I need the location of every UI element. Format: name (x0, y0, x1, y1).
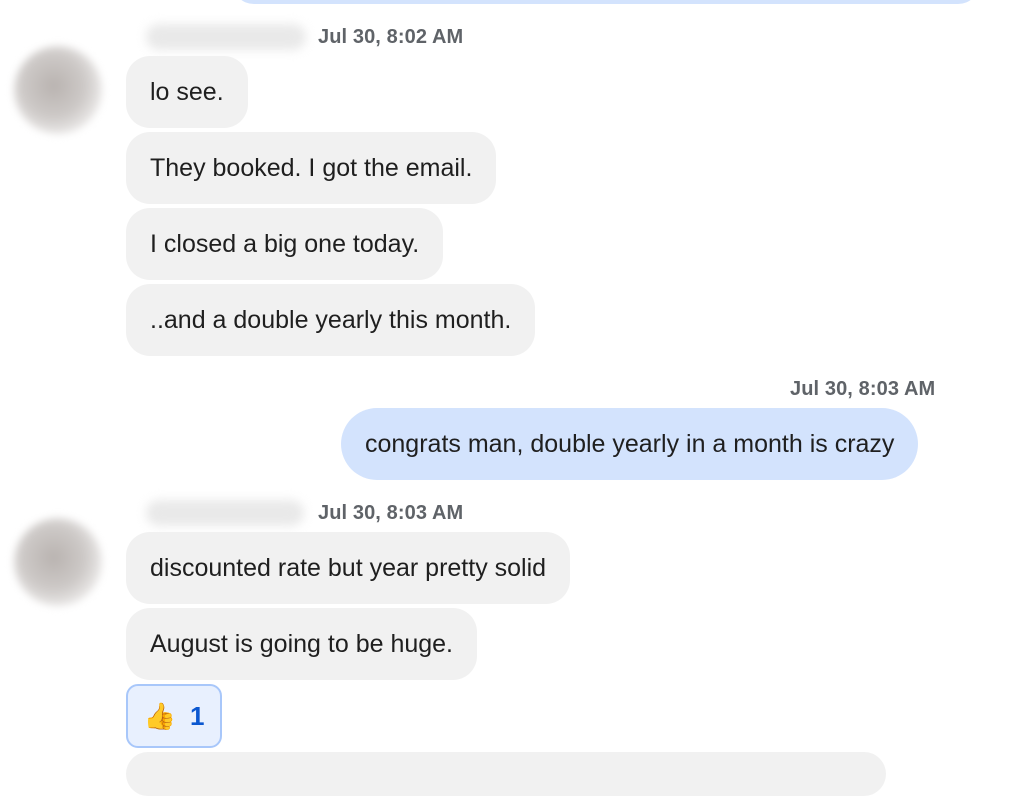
next-message-bubble[interactable] (126, 752, 886, 796)
previous-message-bubble[interactable] (232, 0, 980, 4)
thumbs-up-icon: 👍 (143, 701, 176, 731)
message-timestamp: Jul 30, 8:03 AM (790, 378, 936, 400)
message-timestamp: Jul 30, 8:02 AM (318, 26, 464, 48)
reaction-count: 1 (189, 700, 205, 731)
sender-avatar[interactable] (14, 46, 102, 134)
incoming-message[interactable]: discounted rate but year pretty solid (126, 532, 571, 604)
incoming-message[interactable]: August is going to be huge. (126, 608, 478, 680)
incoming-message[interactable]: ..and a double yearly this month. (126, 284, 536, 356)
reaction-chip[interactable]: 👍 1 (126, 684, 222, 748)
incoming-message[interactable]: I closed a big one today. (126, 208, 444, 280)
sender-avatar[interactable] (14, 518, 102, 606)
message-timestamp: Jul 30, 8:03 AM (318, 502, 464, 524)
incoming-message[interactable]: They booked. I got the email. (126, 132, 497, 204)
sender-name-redacted (146, 24, 306, 50)
sender-name-redacted (146, 500, 304, 526)
outgoing-message[interactable]: congrats man, double yearly in a month i… (341, 408, 919, 480)
incoming-message[interactable]: lo see. (126, 56, 248, 128)
chat-thread: Jul 30, 8:02 AM lo see. They booked. I g… (0, 0, 1016, 796)
